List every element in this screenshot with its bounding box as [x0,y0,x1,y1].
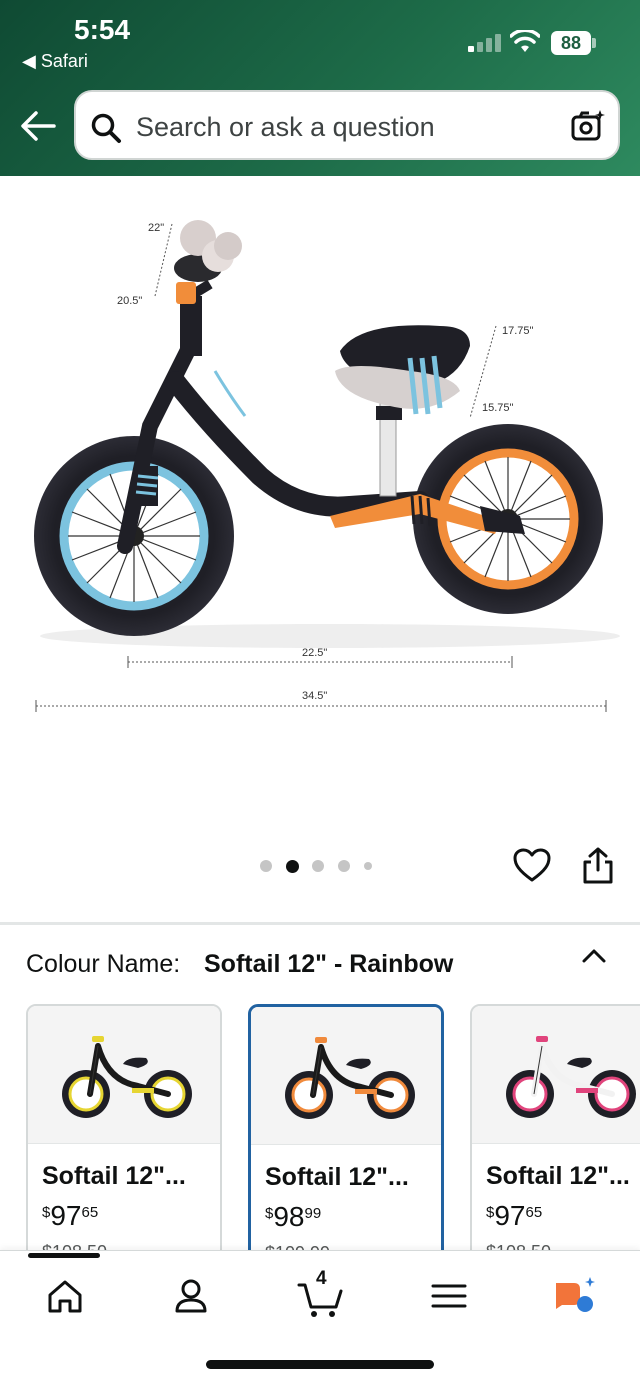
dimension-22-5: 22.5" [302,647,327,659]
carousel-dot[interactable] [338,860,350,872]
variant-title: Softail 12"... [265,1163,409,1191]
colour-value: Softail 12" - Rainbow [204,950,454,978]
account-icon[interactable] [166,1271,216,1321]
dimension-20-5: 20.5" [117,295,142,307]
home-indicator [206,1360,434,1369]
balance-bike-illustration: 22" 20.5" 17.75" 15.75" 22.5" 34.5" [34,220,620,712]
search-bar[interactable]: Search or ask a question [74,90,620,160]
variant-price: $9765 [42,1200,98,1232]
section-divider [0,922,640,925]
price-symbol: $ [42,1204,51,1221]
image-carousel-dots[interactable] [260,858,380,874]
variant-card[interactable]: Softail 12"...$9765$108.50 [470,1004,640,1264]
price-whole: 97 [494,1200,526,1231]
wifi-icon [510,30,540,52]
variant-card[interactable]: Softail 12"...$9765$108.50 [26,1004,222,1264]
variant-image [28,1006,220,1144]
dimension-17-75: 17.75" [502,325,534,337]
variant-price: $9899 [265,1201,321,1233]
variant-title: Softail 12"... [486,1162,630,1190]
search-icon [91,113,121,143]
variant-image [251,1007,441,1145]
price-symbol: $ [486,1204,495,1221]
product-image[interactable]: 22" 20.5" 17.75" 15.75" 22.5" 34.5" [0,176,640,836]
carousel-dot[interactable] [364,862,372,870]
cellular-signal-icon [468,34,502,52]
carousel-dot[interactable] [286,859,299,873]
carousel-dot[interactable] [312,860,324,872]
menu-icon[interactable] [424,1271,474,1321]
price-fraction: 65 [525,1204,543,1221]
cart-count-badge: 4 [316,1268,327,1289]
back-arrow-icon[interactable] [18,108,58,144]
battery-indicator: 88 [551,31,591,55]
price-symbol: $ [265,1205,274,1222]
app-header: 5:54 ◀ Safari 88 Search or ask a questio… [0,0,640,176]
wishlist-heart-icon[interactable] [512,846,552,886]
price-fraction: 65 [81,1204,99,1221]
search-input[interactable]: Search or ask a question [136,112,435,143]
home-icon[interactable] [40,1271,90,1321]
active-tab-indicator [28,1253,100,1258]
variant-image [472,1006,640,1144]
variant-price: $9765 [486,1200,542,1232]
camera-search-icon[interactable] [570,108,606,144]
battery-tip [592,38,596,48]
back-app-label: Safari [40,51,88,71]
price-whole: 98 [273,1201,305,1232]
back-to-safari[interactable]: ◀ Safari [22,51,88,72]
chevron-up-icon[interactable] [580,944,608,968]
back-triangle-icon: ◀ [22,51,41,71]
rufus-icon[interactable] [550,1271,600,1321]
share-icon[interactable] [580,846,616,886]
dimension-34-5: 34.5" [302,690,327,702]
dimension-22: 22" [148,222,164,234]
price-whole: 97 [50,1200,82,1231]
colour-label: Colour Name: [26,950,181,978]
variant-card[interactable]: Softail 12"...$9899$109.99 [248,1004,444,1264]
dimension-15-75: 15.75" [482,402,514,414]
carousel-dot[interactable] [260,860,272,872]
status-time: 5:54 [74,14,131,45]
price-fraction: 99 [304,1205,322,1222]
variant-title: Softail 12"... [42,1162,186,1190]
